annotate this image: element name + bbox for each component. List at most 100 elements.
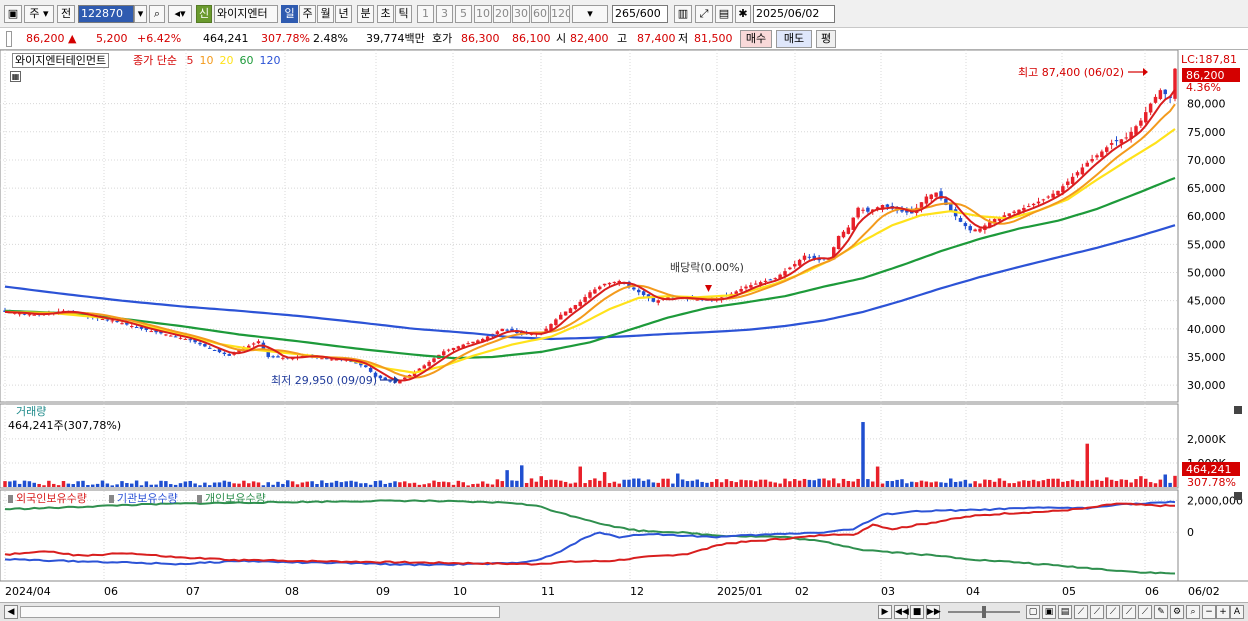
interval-tab-6[interactable]: 60 bbox=[531, 5, 549, 23]
draw-trend-icon[interactable]: ⟋ bbox=[1090, 605, 1104, 619]
prev-button[interactable]: 전 bbox=[57, 5, 75, 23]
volume-bar bbox=[602, 472, 607, 487]
layout-icon[interactable]: ▤ bbox=[1058, 605, 1072, 619]
chart-area[interactable]: 30,000 35,000 40,000 45,000 50,000 55,000 60,0… bbox=[0, 50, 1248, 602]
draw-line-icon[interactable]: ⟋ bbox=[1074, 605, 1088, 619]
volume-bar bbox=[910, 481, 914, 487]
volume-bar bbox=[105, 483, 110, 487]
period-tab-3[interactable]: 년 bbox=[335, 5, 352, 23]
volume-bar bbox=[666, 478, 670, 487]
candle-body bbox=[602, 283, 607, 286]
market-select[interactable]: 주 ▾ bbox=[24, 5, 54, 23]
volume-bar bbox=[905, 483, 909, 487]
volume-bar bbox=[134, 480, 139, 487]
scroll-thumb[interactable] bbox=[20, 606, 500, 618]
candle-body bbox=[641, 291, 646, 296]
volume-bar bbox=[944, 482, 948, 487]
volume-bar bbox=[661, 478, 665, 487]
zoom-icon[interactable]: ⌕ bbox=[1186, 605, 1200, 619]
period-tab-2[interactable]: 월 bbox=[317, 5, 334, 23]
split-view-icon[interactable]: ▢ bbox=[1026, 605, 1040, 619]
volume-bar bbox=[364, 483, 368, 487]
x-label-4: 09 bbox=[376, 585, 390, 598]
rewind-icon[interactable]: ◀◀ bbox=[894, 605, 909, 619]
multi-view-icon[interactable]: ▣ bbox=[1042, 605, 1056, 619]
period-tab-4[interactable]: 분 bbox=[357, 5, 374, 23]
forward-icon[interactable]: ▶▶ bbox=[926, 605, 941, 619]
draw-text-icon[interactable]: ⟋ bbox=[1138, 605, 1152, 619]
period-tab-0[interactable]: 일 bbox=[281, 5, 298, 23]
volume-bar bbox=[1105, 477, 1109, 487]
ma60-line bbox=[4, 176, 1176, 360]
interval-tab-4[interactable]: 20 bbox=[493, 5, 511, 23]
candle-body bbox=[276, 356, 280, 358]
draw-tool-icon[interactable]: ⤢ bbox=[695, 5, 713, 23]
open-label: 시 bbox=[556, 32, 567, 45]
volume-bar bbox=[549, 479, 553, 487]
interval-tab-2[interactable]: 5 bbox=[455, 5, 472, 23]
period-tab-5[interactable]: 초 bbox=[377, 5, 394, 23]
volume-bar bbox=[773, 482, 777, 487]
up-arrow-icon: ▲ bbox=[68, 32, 77, 45]
chart-scrollbar[interactable]: ◀ ▶ ◀◀ ■ ▶▶ ▢ ▣ ▤ ⟋ ⟋ ⟋ ⟋ ⟋ ✎ ⚙ ⌕ − + A bbox=[0, 602, 1248, 621]
volume-bar bbox=[1070, 479, 1075, 487]
candle-body bbox=[568, 308, 573, 313]
stop-icon[interactable]: ■ bbox=[910, 605, 924, 619]
volume-bar bbox=[559, 480, 563, 487]
interval-tab-5[interactable]: 30 bbox=[512, 5, 530, 23]
stock-title-box[interactable]: 와이지엔터테인먼트 bbox=[12, 53, 110, 68]
candle-body bbox=[797, 259, 802, 266]
sound-icon[interactable]: ◂▾ bbox=[168, 5, 192, 23]
volume-bar bbox=[1168, 482, 1172, 487]
eval-button[interactable]: 평 bbox=[816, 30, 836, 48]
interval-tab-1[interactable]: 3 bbox=[436, 5, 453, 23]
save-icon[interactable]: ▤ bbox=[715, 5, 733, 23]
date-input[interactable]: 2025/06/02 bbox=[753, 5, 835, 23]
stock-code-input[interactable]: 122870 bbox=[78, 5, 134, 23]
buy-button[interactable]: 매수 bbox=[740, 30, 772, 48]
sell-button[interactable]: 매도 bbox=[776, 30, 812, 48]
interval-tab-3[interactable]: 10 bbox=[474, 5, 492, 23]
volume-bar bbox=[120, 481, 124, 487]
volume-bar bbox=[456, 480, 461, 487]
code-dropdown-icon[interactable]: ▾ bbox=[134, 5, 147, 23]
volume-bar bbox=[232, 483, 236, 487]
x-label-13: 06 bbox=[1145, 585, 1159, 598]
period-tab-6[interactable]: 틱 bbox=[395, 5, 412, 23]
legend-ma-120: 120 bbox=[259, 54, 281, 67]
gear-icon[interactable]: ✱ bbox=[735, 5, 751, 23]
current-change-label: 4.36% bbox=[1186, 81, 1221, 94]
calc-icon[interactable]: ▦ bbox=[10, 71, 21, 82]
candle-body bbox=[173, 336, 178, 338]
draw-fib-icon[interactable]: ⟋ bbox=[1106, 605, 1120, 619]
volume-bar bbox=[505, 470, 509, 487]
chart-svg[interactable]: 30,000 35,000 40,000 45,000 50,000 55,000 60,0… bbox=[0, 50, 1248, 602]
volume-bar bbox=[1080, 480, 1085, 487]
zoom-in-icon[interactable]: + bbox=[1216, 605, 1230, 619]
font-size-icon[interactable]: A bbox=[1230, 605, 1244, 619]
period-tab-1[interactable]: 주 bbox=[299, 5, 316, 23]
quote-expand-icon[interactable] bbox=[6, 31, 12, 47]
zoom-out-icon[interactable]: − bbox=[1202, 605, 1216, 619]
volume-bar bbox=[983, 479, 987, 487]
tools-icon[interactable]: ✎ bbox=[1154, 605, 1168, 619]
volume-bar bbox=[17, 483, 22, 487]
settings-icon[interactable]: ⚙ bbox=[1170, 605, 1184, 619]
bar-count-field[interactable]: 265/600 bbox=[612, 5, 668, 23]
interval-tab-0[interactable]: 1 bbox=[417, 5, 434, 23]
draw-arrow-icon[interactable]: ⟋ bbox=[1122, 605, 1136, 619]
chart-type-icon[interactable]: ▥ bbox=[674, 5, 692, 23]
candle-body bbox=[807, 256, 812, 258]
candle-body bbox=[1085, 162, 1089, 167]
zoom-slider-handle[interactable] bbox=[982, 606, 986, 618]
bar-count-total: /600 bbox=[636, 7, 661, 20]
interval-tab-7[interactable]: 120 bbox=[550, 5, 570, 23]
price-tick-6: 60,000 bbox=[1187, 210, 1226, 223]
chart-menu-icon[interactable]: ▣ bbox=[4, 5, 22, 23]
stock-name-field[interactable]: 와이지엔터 bbox=[214, 5, 278, 23]
interval-dropdown[interactable]: ▾ bbox=[572, 5, 608, 23]
scroll-left-icon[interactable]: ◀ bbox=[4, 605, 18, 619]
scroll-right-icon[interactable]: ▶ bbox=[878, 605, 892, 619]
search-icon[interactable]: ⌕ bbox=[149, 5, 165, 23]
new-badge[interactable]: 신 bbox=[196, 5, 212, 23]
